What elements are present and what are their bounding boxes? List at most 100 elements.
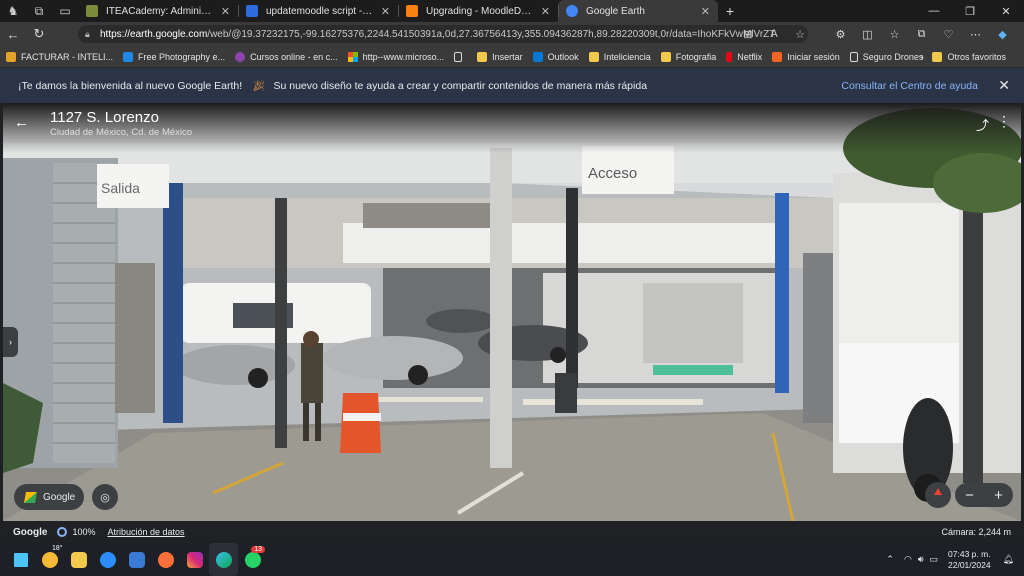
file-explorer-icon[interactable] bbox=[64, 543, 93, 576]
bookmark-folder[interactable]: Fotografia bbox=[660, 51, 717, 62]
maximize-icon[interactable]: ❐ bbox=[952, 0, 988, 22]
zoom-out-icon[interactable]: − bbox=[965, 487, 974, 504]
url-path: /web/@19.37232175,-99.16275376,2244.5415… bbox=[207, 28, 776, 40]
load-percentage: 100% bbox=[72, 527, 96, 537]
page-icon bbox=[849, 51, 858, 62]
bookmark-item[interactable]: Iniciar sesión bbox=[772, 51, 840, 62]
folder-icon bbox=[932, 51, 943, 62]
bookmark-label: Fotografia bbox=[675, 51, 717, 62]
expand-panel-button[interactable]: › bbox=[3, 327, 18, 357]
other-favorites-folder[interactable]: Otros favoritos bbox=[932, 51, 1006, 62]
chevron-up-icon[interactable]: ⌃ bbox=[886, 554, 894, 565]
address-field[interactable]: 🔒︎ https://earth.google.com/web/@19.3723… bbox=[78, 25, 808, 43]
close-banner-icon[interactable]: ✕ bbox=[998, 77, 1010, 94]
start-icon[interactable] bbox=[6, 543, 35, 576]
close-tab-icon[interactable]: ✕ bbox=[541, 5, 550, 18]
app-icon[interactable] bbox=[122, 543, 151, 576]
battery-icon[interactable]: ▭ bbox=[930, 554, 939, 565]
bookmark-label: http--www.microso... bbox=[362, 51, 445, 62]
back-arrow-icon[interactable]: ← bbox=[14, 114, 29, 131]
edge-icon[interactable] bbox=[209, 543, 238, 576]
folder-icon bbox=[660, 51, 671, 62]
microsoft-icon bbox=[347, 51, 358, 62]
zoom-app-icon[interactable] bbox=[93, 543, 122, 576]
lock-icon[interactable]: 🔒︎ bbox=[85, 29, 90, 40]
google-layer-button[interactable]: Google bbox=[14, 484, 84, 510]
extensions-icon[interactable]: ⚙ bbox=[827, 28, 854, 41]
close-tab-icon[interactable]: ✕ bbox=[381, 5, 390, 18]
data-attribution-link[interactable]: Atribución de datos bbox=[107, 527, 184, 537]
bookmark-item[interactable]: Outlook bbox=[532, 51, 579, 62]
browser-essentials-icon[interactable]: ♡ bbox=[935, 28, 962, 41]
bookmark-label: Seguro Drones bbox=[862, 51, 924, 62]
bookmark-item[interactable]: Cursos online - en c... bbox=[235, 51, 338, 62]
tab-iteacademy[interactable]: ITEACademy: Administración: Se ✕ bbox=[78, 0, 238, 22]
chevron-right-icon[interactable]: › bbox=[920, 50, 924, 64]
bookmark-label: Otros favoritos bbox=[947, 51, 1006, 62]
bookmark-item[interactable]: http--www.microso... bbox=[347, 51, 445, 62]
minimize-icon[interactable]: — bbox=[916, 0, 952, 22]
bookmark-icon bbox=[477, 51, 488, 62]
weather-icon[interactable]: 18° bbox=[35, 543, 64, 576]
location-title: 1127 S. Lorenzo bbox=[50, 109, 159, 126]
whatsapp-icon[interactable]: 13 bbox=[238, 543, 267, 576]
tab-bing-search[interactable]: updatemoodle script - Búsqueda ✕ bbox=[238, 0, 398, 22]
profile-icon[interactable]: ♞ bbox=[0, 0, 26, 22]
address-toolbar: ← ↻ 🔒︎ https://earth.google.com/web/@19.… bbox=[0, 22, 1024, 46]
sign-entry: Acceso bbox=[588, 165, 637, 182]
instagram-icon[interactable] bbox=[180, 543, 209, 576]
netflix-icon bbox=[726, 51, 733, 62]
close-tab-icon[interactable]: ✕ bbox=[221, 5, 230, 18]
bookmark-item[interactable]: Free Photography e... bbox=[123, 51, 225, 62]
clock[interactable]: 07:43 p. m. 22/01/2024 bbox=[948, 549, 991, 571]
google-logo: Google bbox=[13, 526, 48, 538]
close-tab-icon[interactable]: ✕ bbox=[701, 5, 710, 18]
close-window-icon[interactable]: ✕ bbox=[988, 0, 1024, 22]
favorite-star-icon[interactable]: ☆ bbox=[787, 25, 813, 43]
tab-google-earth[interactable]: Google Earth ✕ bbox=[558, 0, 718, 22]
photo-sphere-button[interactable]: ◎ bbox=[92, 484, 118, 510]
tab-favicon bbox=[246, 5, 258, 17]
bookmark-icon bbox=[235, 51, 246, 62]
tab-strip: ♞ ⧉ ▭ ITEACademy: Administración: Se ✕ u… bbox=[0, 0, 1024, 22]
new-tab-button[interactable]: + bbox=[718, 3, 742, 19]
bookmarks-bar: FACTURAR - INTELI... Free Photography e.… bbox=[0, 46, 1024, 68]
read-aloud-icon[interactable]: A bbox=[761, 25, 787, 43]
back-icon[interactable]: ← bbox=[0, 22, 26, 46]
help-center-link[interactable]: Consultar el Centro de ayuda bbox=[841, 80, 978, 92]
favorites-icon[interactable]: ☆ bbox=[881, 28, 908, 41]
bookmark-label: Iniciar sesión bbox=[787, 51, 840, 62]
app-available-icon[interactable]: ⊞ bbox=[735, 25, 761, 43]
bookmark-folder[interactable]: Inteliciencia bbox=[588, 51, 651, 62]
tab-favicon bbox=[566, 5, 578, 17]
refresh-icon[interactable]: ↻ bbox=[26, 22, 52, 46]
bookmark-item[interactable]: Seguro Drones bbox=[849, 51, 924, 62]
collections-icon[interactable]: ⧉ bbox=[908, 28, 935, 41]
split-screen-icon[interactable]: ◫ bbox=[854, 28, 881, 41]
menu-ellipsis-icon[interactable]: ⋯ bbox=[962, 28, 989, 41]
tab-actions-icon[interactable]: ▭ bbox=[52, 0, 78, 22]
welcome-banner: ¡Te damos la bienvenida al nuevo Google … bbox=[0, 68, 1024, 103]
street-view[interactable]: Salida Acceso ← 1127 S. Lorenzo Ciudad d… bbox=[3, 103, 1021, 521]
volume-icon[interactable]: 🔊︎ bbox=[918, 554, 924, 565]
bookmark-item[interactable] bbox=[454, 51, 467, 62]
firefox-icon[interactable] bbox=[151, 543, 180, 576]
wifi-icon[interactable]: ◠ bbox=[904, 554, 912, 565]
bookmark-item[interactable]: FACTURAR - INTELI... bbox=[6, 51, 113, 62]
zoom-in-icon[interactable]: + bbox=[994, 487, 1003, 504]
share-icon[interactable]: ⤴ bbox=[976, 115, 989, 134]
tab-moodledocs[interactable]: Upgrading - MoodleDocs ✕ bbox=[398, 0, 558, 22]
bookmark-item[interactable]: Netflix bbox=[726, 51, 762, 62]
banner-message: Su nuevo diseño te ayuda a crear y compa… bbox=[273, 79, 648, 92]
location-subtitle: Ciudad de México, Cd. de México bbox=[50, 127, 193, 138]
copilot-icon[interactable]: ◆ bbox=[989, 28, 1016, 41]
bookmark-item[interactable]: Insertar bbox=[477, 51, 523, 62]
windows-taskbar: 18° 13 ⌃ ◠ 🔊︎ ▭ 07:43 p. m. 22/01/2024 🔔… bbox=[0, 543, 1024, 576]
more-vertical-icon[interactable]: ⋮ bbox=[997, 113, 1011, 130]
notifications-icon[interactable]: 🔔︎ bbox=[1003, 554, 1014, 565]
workspaces-icon[interactable]: ⧉ bbox=[26, 0, 52, 22]
compass-button[interactable] bbox=[925, 482, 951, 508]
bookmark-label: Cursos online - en c... bbox=[250, 51, 338, 62]
bookmark-label: Inteliciencia bbox=[603, 51, 651, 62]
tab-title: ITEACademy: Administración: Se bbox=[106, 5, 215, 17]
